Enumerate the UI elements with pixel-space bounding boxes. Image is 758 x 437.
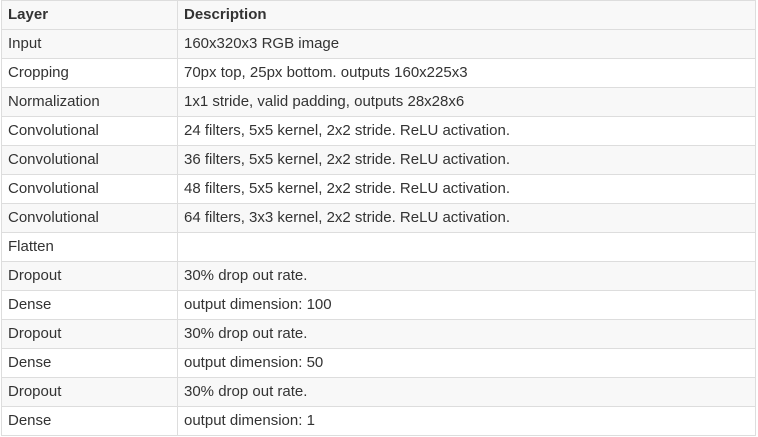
cell-description: 48 filters, 5x5 kernel, 2x2 stride. ReLU… (177, 174, 756, 204)
cell-description: output dimension: 50 (177, 348, 756, 378)
cell-description: 36 filters, 5x5 kernel, 2x2 stride. ReLU… (177, 145, 756, 175)
layer-table: Layer Description Input 160x320x3 RGB im… (1, 0, 756, 436)
cell-description: output dimension: 100 (177, 290, 756, 320)
table-row: Dense output dimension: 100 (1, 290, 756, 320)
table-row: Normalization 1x1 stride, valid padding,… (1, 87, 756, 117)
cell-layer: Dense (1, 406, 178, 436)
table-header: Layer Description (1, 0, 756, 30)
cell-layer: Convolutional (1, 203, 178, 233)
table-row: Dense output dimension: 50 (1, 348, 756, 378)
cell-layer: Flatten (1, 232, 178, 262)
table-row: Dropout 30% drop out rate. (1, 377, 756, 407)
cell-description: 1x1 stride, valid padding, outputs 28x28… (177, 87, 756, 117)
cell-layer: Dropout (1, 377, 178, 407)
cell-description: 160x320x3 RGB image (177, 29, 756, 59)
cell-description: 30% drop out rate. (177, 377, 756, 407)
cell-layer: Input (1, 29, 178, 59)
table-row: Dropout 30% drop out rate. (1, 261, 756, 291)
table-row: Dense output dimension: 1 (1, 406, 756, 436)
cell-layer: Normalization (1, 87, 178, 117)
table-row: Convolutional 36 filters, 5x5 kernel, 2x… (1, 145, 756, 175)
table-row: Input 160x320x3 RGB image (1, 29, 756, 59)
table-row: Flatten (1, 232, 756, 262)
cell-layer: Convolutional (1, 145, 178, 175)
cell-description: 70px top, 25px bottom. outputs 160x225x3 (177, 58, 756, 88)
cell-description: output dimension: 1 (177, 406, 756, 436)
cell-description: 64 filters, 3x3 kernel, 2x2 stride. ReLU… (177, 203, 756, 233)
cell-layer: Cropping (1, 58, 178, 88)
cell-layer: Convolutional (1, 116, 178, 146)
table-row: Convolutional 48 filters, 5x5 kernel, 2x… (1, 174, 756, 204)
table-row: Cropping 70px top, 25px bottom. outputs … (1, 58, 756, 88)
header-row: Layer Description (1, 0, 756, 30)
cell-description: 24 filters, 5x5 kernel, 2x2 stride. ReLU… (177, 116, 756, 146)
cell-description: 30% drop out rate. (177, 319, 756, 349)
cell-description: 30% drop out rate. (177, 261, 756, 291)
cell-layer: Dropout (1, 319, 178, 349)
table-row: Convolutional 24 filters, 5x5 kernel, 2x… (1, 116, 756, 146)
table-row: Dropout 30% drop out rate. (1, 319, 756, 349)
layer-table-container: Layer Description Input 160x320x3 RGB im… (1, 0, 756, 436)
cell-layer: Convolutional (1, 174, 178, 204)
cell-layer: Dense (1, 348, 178, 378)
cell-description (177, 232, 756, 262)
table-body: Input 160x320x3 RGB image Cropping 70px … (1, 29, 756, 436)
cell-layer: Dropout (1, 261, 178, 291)
cell-layer: Dense (1, 290, 178, 320)
header-description: Description (177, 0, 756, 30)
header-layer: Layer (1, 0, 178, 30)
table-row: Convolutional 64 filters, 3x3 kernel, 2x… (1, 203, 756, 233)
